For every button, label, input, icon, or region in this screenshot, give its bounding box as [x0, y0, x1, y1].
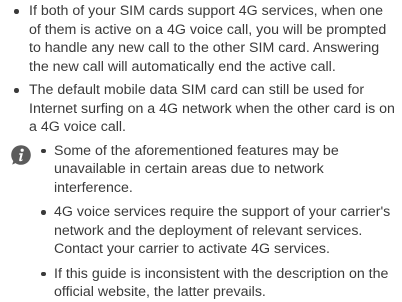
note-block: Some of the aforementioned features may …: [0, 142, 402, 302]
document-page: If both of your SIM cards support 4G ser…: [0, 0, 402, 300]
note-list: Some of the aforementioned features may …: [0, 142, 402, 302]
note-item: If this guide is inconsistent with the d…: [40, 265, 402, 302]
note-item: 4G voice services require the support of…: [40, 203, 402, 259]
main-bullet-list: If both of your SIM cards support 4G ser…: [0, 2, 402, 137]
bullet-item: If both of your SIM cards support 4G ser…: [12, 2, 402, 76]
info-icon: [11, 144, 31, 165]
bullet-item: The default mobile data SIM card can sti…: [12, 81, 402, 137]
note-item: Some of the aforementioned features may …: [40, 142, 402, 198]
